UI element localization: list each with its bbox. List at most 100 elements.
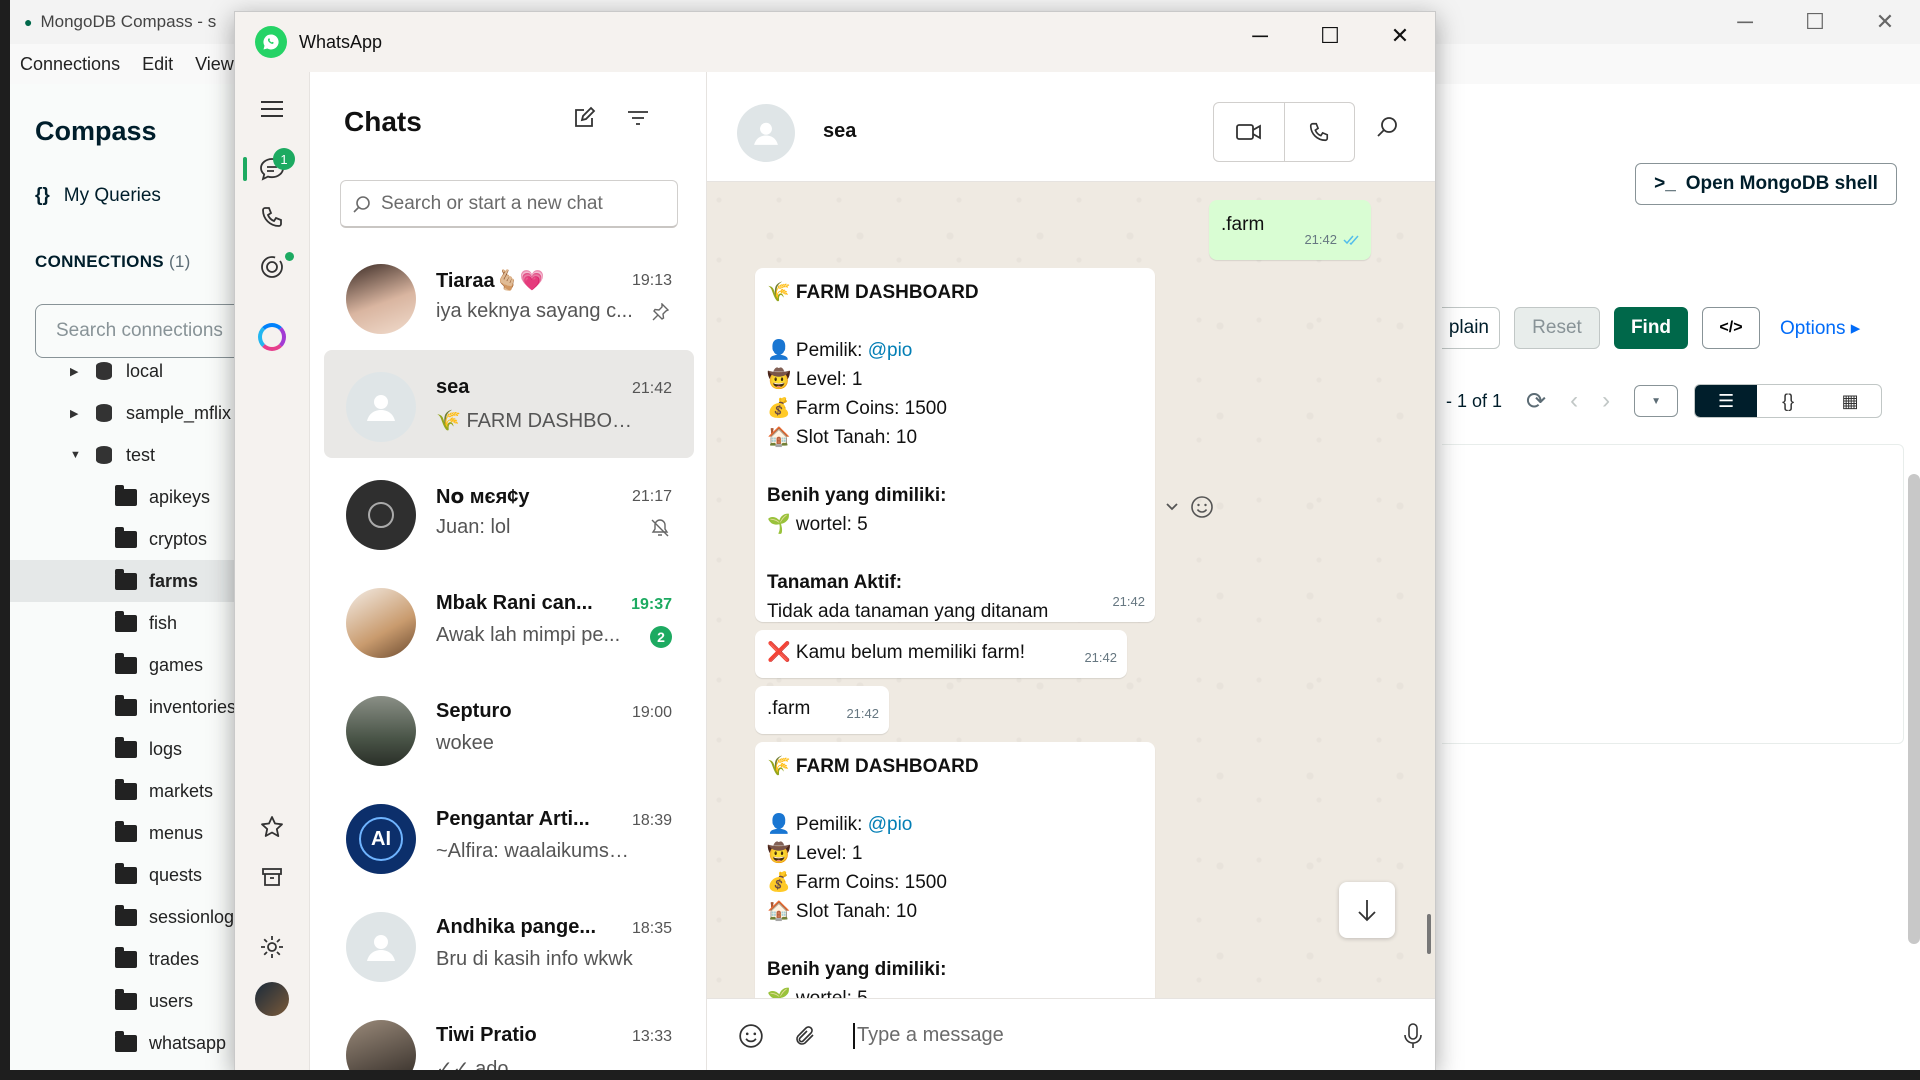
tree-coll-fish[interactable]: fish xyxy=(10,602,250,644)
avatar xyxy=(346,480,416,550)
call-buttons xyxy=(1213,102,1355,162)
attach-button[interactable] xyxy=(791,1022,819,1050)
tree-db-local[interactable]: ▶ local xyxy=(10,350,250,392)
table-view-icon[interactable]: ▦ xyxy=(1819,385,1881,417)
chat-item-selected[interactable]: sea 21:42 🌾 FARM DASHBOA... xyxy=(324,350,694,458)
open-mongodb-shell-button[interactable]: >_ Open MongoDB shell xyxy=(1635,163,1897,205)
menu-button[interactable] xyxy=(235,86,309,132)
refresh-icon[interactable]: ⟳ xyxy=(1526,387,1546,416)
search-in-chat-button[interactable] xyxy=(1377,116,1399,143)
emoji-button[interactable] xyxy=(737,1022,765,1050)
unread-chats-badge: 1 xyxy=(273,148,295,170)
message-time: 21:42 xyxy=(1084,650,1117,665)
voice-message-button[interactable] xyxy=(1399,1022,1427,1050)
code-view-button[interactable]: </> xyxy=(1702,307,1760,349)
menu-view[interactable]: View xyxy=(195,54,234,75)
new-chat-button[interactable] xyxy=(568,102,600,134)
tree-db-sample-mflix[interactable]: ▶ sample_mflix xyxy=(10,392,250,434)
active-indicator xyxy=(243,157,247,181)
contact-avatar-icon[interactable] xyxy=(737,104,795,162)
close-button[interactable]: ✕ xyxy=(1850,0,1920,44)
tree-coll-trades[interactable]: trades xyxy=(10,938,250,980)
settings-button[interactable] xyxy=(235,924,309,970)
tree-coll-inventories[interactable]: inventories xyxy=(10,686,250,728)
chat-item[interactable]: N𝗼 мєя¢у 21:17 Juan: lol xyxy=(324,458,694,566)
tree-coll-games[interactable]: games xyxy=(10,644,250,686)
wa-close-button[interactable]: ✕ xyxy=(1365,12,1435,60)
folder-icon xyxy=(115,778,137,800)
chat-item[interactable]: AI Pengantar Arti... 18:39 ~Alfira: waal… xyxy=(324,782,694,890)
profile-button[interactable] xyxy=(235,976,309,1022)
contact-name[interactable]: sea xyxy=(823,120,856,143)
tree-coll-users[interactable]: users xyxy=(10,980,250,1022)
message-menu-chevron-icon[interactable] xyxy=(1161,496,1183,518)
react-emoji-icon[interactable] xyxy=(1189,494,1215,520)
chat-preview: ~Alfira: waalaikumsal... xyxy=(436,840,636,862)
explain-button[interactable]: plain xyxy=(1442,307,1500,349)
tree-db-test[interactable]: ▼ test xyxy=(10,434,250,476)
chat-item[interactable]: Septuro 19:00 wokee xyxy=(324,674,694,782)
status-icon xyxy=(261,256,283,278)
tree-coll-whatsapp[interactable]: whatsapp xyxy=(10,1022,250,1064)
seeds-title: Benih yang dimiliki: xyxy=(767,485,947,506)
message-incoming-dashboard[interactable]: 🌾 FARM DASHBOARD 👤 Pemilik: @pio 🤠 Level… xyxy=(755,268,1155,622)
message-incoming[interactable]: .farm 21:42 xyxy=(755,686,889,734)
reset-button[interactable]: Reset xyxy=(1514,307,1600,349)
owner-label: 👤 Pemilik: xyxy=(767,340,868,361)
chat-list-panel: Chats Search or start a new chat Tiaraa🫰… xyxy=(309,72,707,1070)
folder-icon xyxy=(115,484,137,506)
mention-link[interactable]: @pio xyxy=(868,814,913,835)
tree-coll-apikeys[interactable]: apikeys xyxy=(10,476,250,518)
chat-item[interactable]: Tiwi Pratio 13:33 ✓✓ ado xyxy=(324,998,694,1070)
default-avatar-icon xyxy=(346,912,416,982)
chat-time: 13:33 xyxy=(631,1028,672,1045)
chat-item[interactable]: Tiaraa🫰🏼💗 19:13 iya keknya sayang c... xyxy=(324,242,694,350)
page-size-dropdown[interactable]: ▼ xyxy=(1634,385,1679,417)
wa-maximize-button[interactable]: ☐ xyxy=(1295,12,1365,60)
voice-call-button[interactable] xyxy=(1285,103,1355,161)
chat-item[interactable]: Andhika pange... 18:35 Bru di kasih info… xyxy=(324,890,694,998)
message-outgoing[interactable]: .farm 21:42 xyxy=(1209,200,1371,260)
tree-coll-markets[interactable]: markets xyxy=(10,770,250,812)
json-view-icon[interactable]: {} xyxy=(1757,385,1819,417)
tree-coll-quests[interactable]: quests xyxy=(10,854,250,896)
chat-time: 18:39 xyxy=(631,812,672,829)
message-incoming-dashboard[interactable]: 🌾 FARM DASHBOARD 👤 Pemilik: @pio 🤠 Level… xyxy=(755,742,1155,998)
chat-search-input[interactable]: Search or start a new chat xyxy=(340,180,678,228)
chat-name: sea xyxy=(436,376,470,398)
compass-scrollbar[interactable] xyxy=(1908,474,1920,944)
tree-coll-menus[interactable]: menus xyxy=(10,812,250,854)
menu-connections[interactable]: Connections xyxy=(20,54,120,75)
calls-nav-button[interactable] xyxy=(235,194,309,240)
folder-icon xyxy=(115,820,137,842)
menu-edit[interactable]: Edit xyxy=(142,54,173,75)
tree-coll-farms[interactable]: farms xyxy=(10,560,250,602)
filter-button[interactable] xyxy=(622,102,654,134)
tree-coll-cryptos[interactable]: cryptos xyxy=(10,518,250,560)
chat-scrollbar[interactable] xyxy=(1427,914,1431,954)
my-queries-link[interactable]: {} My Queries xyxy=(10,168,249,224)
list-view-icon[interactable]: ☰ xyxy=(1695,385,1758,417)
minimize-button[interactable]: ─ xyxy=(1710,0,1780,44)
chats-nav-button[interactable]: 1 xyxy=(235,146,309,192)
scroll-to-bottom-button[interactable] xyxy=(1339,882,1395,938)
message-input[interactable]: Type a message xyxy=(853,1022,1333,1049)
wa-minimize-button[interactable]: ─ xyxy=(1225,12,1295,60)
tree-coll-sessionlogs[interactable]: sessionlogs xyxy=(10,896,250,938)
maximize-button[interactable]: ☐ xyxy=(1780,0,1850,44)
archived-button[interactable] xyxy=(235,854,309,900)
find-button[interactable]: Find xyxy=(1614,307,1688,349)
options-button[interactable]: Options ▸ xyxy=(1780,317,1860,340)
prev-page-icon[interactable]: ‹ xyxy=(1570,387,1578,415)
status-nav-button[interactable] xyxy=(235,244,309,290)
next-page-icon[interactable]: › xyxy=(1602,387,1610,415)
chat-preview: Juan: lol xyxy=(436,516,511,538)
starred-button[interactable] xyxy=(235,804,309,850)
video-call-button[interactable] xyxy=(1214,103,1285,161)
mention-link[interactable]: @pio xyxy=(868,340,913,361)
avatar: AI xyxy=(346,804,416,874)
chat-item[interactable]: Mbak Rani can... 19:37 Awak lah mimpi pe… xyxy=(324,566,694,674)
meta-ai-button[interactable] xyxy=(235,314,309,360)
tree-coll-logs[interactable]: logs xyxy=(10,728,250,770)
message-incoming[interactable]: ❌ Kamu belum memiliki farm! 21:42 xyxy=(755,630,1127,678)
